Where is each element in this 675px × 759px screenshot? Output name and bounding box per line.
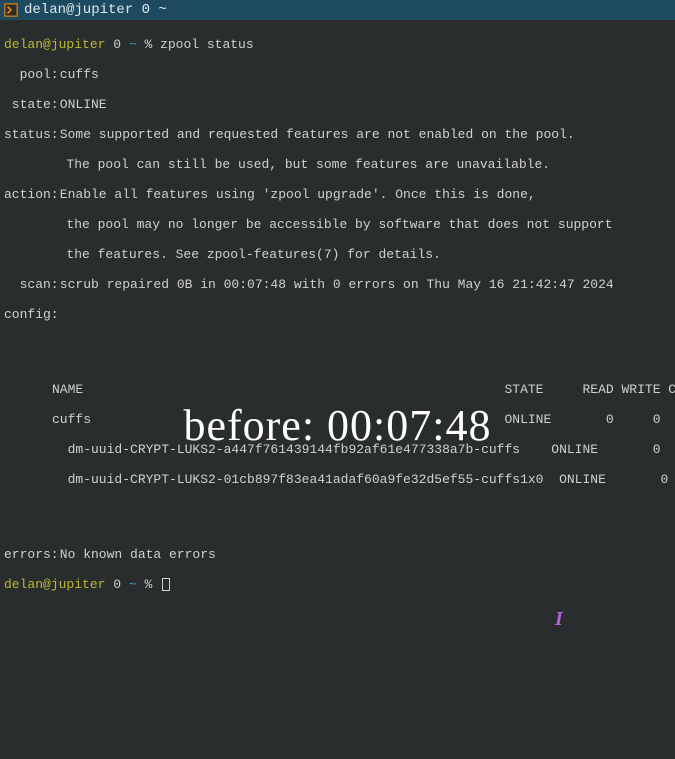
output-config-label: config:	[4, 307, 671, 322]
window-titlebar: delan@jupiter 0 ~	[0, 0, 675, 20]
prompt-return-code: 0	[105, 577, 128, 592]
mouse-text-cursor: I	[555, 608, 563, 631]
output-action-3: the features. See zpool-features(7) for …	[4, 247, 671, 262]
output-state: state: ONLINE	[4, 97, 671, 112]
prompt-user: delan@jupiter	[4, 37, 105, 52]
prompt-symbol: %	[137, 577, 160, 592]
prompt-symbol: %	[137, 37, 160, 52]
prompt-user: delan@jupiter	[4, 577, 105, 592]
overlay-caption: before: 00:07:48	[0, 400, 675, 451]
window-title: delan@jupiter 0 ~	[24, 2, 167, 18]
output-action-2: the pool may no longer be accessible by …	[4, 217, 671, 232]
command-text: zpool status	[160, 37, 254, 52]
table-header: NAME STATE READ WRITE CKSUM	[52, 382, 671, 397]
terminal-content[interactable]: delan@jupiter 0 ~ % zpool status pool: c…	[0, 20, 675, 609]
output-action-1: action: Enable all features using 'zpool…	[4, 187, 671, 202]
prompt-cwd: ~	[129, 37, 137, 52]
output-pool: pool: cuffs	[4, 67, 671, 82]
table-row: dm-uuid-CRYPT-LUKS2-01cb897f83ea41adaf60…	[52, 472, 671, 487]
output-status-2: The pool can still be used, but some fea…	[4, 157, 671, 172]
output-scan: scan: scrub repaired 0B in 00:07:48 with…	[4, 277, 671, 292]
blank-line	[4, 517, 671, 532]
output-errors: errors: No known data errors	[4, 547, 671, 562]
blank-line	[4, 337, 671, 352]
prompt-return-code: 0	[105, 37, 128, 52]
output-status-1: status: Some supported and requested fea…	[4, 127, 671, 142]
prompt-cwd: ~	[129, 577, 137, 592]
terminal-app-icon	[4, 3, 18, 17]
prompt-line-2: delan@jupiter 0 ~ %	[4, 577, 671, 592]
prompt-line-1: delan@jupiter 0 ~ % zpool status	[4, 37, 671, 52]
terminal-cursor	[162, 578, 170, 591]
